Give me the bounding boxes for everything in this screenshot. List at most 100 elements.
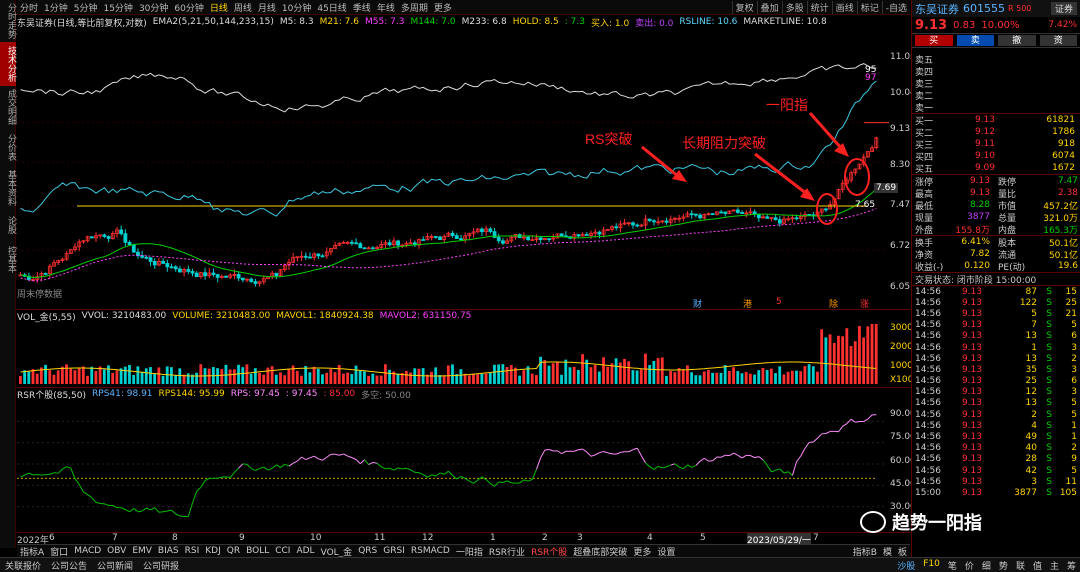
rsr-chart[interactable]: 90.00 75.00 60.00 45.00 30.00 bbox=[17, 400, 916, 532]
toolbar-button[interactable]: 叠加 bbox=[756, 0, 782, 14]
indicator-tab[interactable]: OBV bbox=[104, 546, 129, 556]
indicator-tab[interactable]: BIAS bbox=[155, 546, 182, 556]
trade-side: S bbox=[1046, 465, 1052, 476]
price-tag: 7.65 bbox=[855, 200, 876, 210]
period-tab[interactable]: 日线 bbox=[207, 1, 231, 14]
period-tab[interactable]: 5分钟 bbox=[71, 1, 101, 14]
date-tick: 10 bbox=[310, 533, 322, 543]
sidebar-tab[interactable]: 分时走势 bbox=[0, 2, 16, 40]
period-tab[interactable]: 多周期 bbox=[398, 1, 431, 14]
volume-bar bbox=[820, 329, 824, 384]
trade-volume: 35 bbox=[1025, 364, 1037, 375]
status-right-item[interactable]: 势 bbox=[995, 559, 1012, 572]
indicator-tab[interactable]: RSR个股 bbox=[528, 545, 570, 558]
period-tab[interactable]: 更多 bbox=[431, 1, 455, 14]
indicator-tab[interactable]: RSMACD bbox=[408, 546, 453, 556]
price-chart[interactable]: 11.05 10.04 9.13 8.30 7.47 6.72 6.05 7.6… bbox=[17, 29, 916, 310]
annotation-arrowhead bbox=[834, 143, 849, 157]
indicator-tab[interactable]: MACD bbox=[71, 546, 104, 556]
rsr-line-segment bbox=[313, 455, 319, 460]
trade-button[interactable]: 买 bbox=[915, 35, 953, 46]
status-right-item[interactable]: 沙股 bbox=[893, 559, 919, 572]
status-right-item[interactable]: 价 bbox=[961, 559, 978, 572]
status-right-item[interactable]: 联 bbox=[1012, 559, 1029, 572]
indicator-tab-right[interactable]: 模 bbox=[880, 545, 895, 558]
trade-row: 14:56 9.13 35 S 3 bbox=[912, 364, 1080, 375]
status-right-item[interactable]: 笔 bbox=[944, 559, 961, 572]
rsr-line-segment bbox=[242, 463, 248, 465]
status-right-item[interactable]: F10 bbox=[919, 559, 944, 572]
period-tab[interactable]: 60分钟 bbox=[171, 1, 206, 14]
volume-bar bbox=[618, 362, 622, 384]
date-tick: 4 bbox=[647, 533, 653, 543]
toolbar-button[interactable]: 统计 bbox=[806, 0, 832, 14]
indicator-tab[interactable]: 超叠底部突破 bbox=[570, 545, 630, 558]
period-tab[interactable]: 1分钟 bbox=[41, 1, 71, 14]
indicator-tab[interactable]: KDJ bbox=[202, 546, 224, 556]
trade-volume: 3 bbox=[1031, 476, 1037, 487]
indicator-tab[interactable]: ADL bbox=[293, 546, 317, 556]
volume-bar bbox=[174, 375, 178, 384]
indicator-tab[interactable]: VOL_金 bbox=[318, 545, 356, 558]
status-link[interactable]: 公司研报 bbox=[138, 559, 184, 572]
volume-bar bbox=[383, 364, 387, 384]
status-right-item[interactable]: 细 bbox=[978, 559, 995, 572]
toolbar-button[interactable]: 多股 bbox=[781, 0, 807, 14]
toolbar-button[interactable]: 画线 bbox=[831, 0, 857, 14]
period-tab[interactable]: 10分钟 bbox=[279, 1, 314, 14]
volume-bar bbox=[535, 375, 538, 384]
sidebar-tab[interactable]: 技术分析 bbox=[0, 42, 16, 86]
indicator-tab[interactable]: GRSI bbox=[380, 546, 408, 556]
indicator-tab[interactable]: 窗口 bbox=[47, 545, 71, 558]
indicator-tab[interactable]: 设置 bbox=[654, 545, 678, 558]
status-link[interactable]: 关联报价 bbox=[0, 559, 46, 572]
indicator-tab-right[interactable]: 板 bbox=[895, 545, 910, 558]
sidebar-tab[interactable]: 分价表 bbox=[0, 128, 16, 166]
status-link[interactable]: 公司公告 bbox=[46, 559, 92, 572]
indicator-tab[interactable]: QRS bbox=[355, 546, 380, 556]
period-tab[interactable]: 年线 bbox=[374, 1, 398, 14]
indicator-tab[interactable]: 一阳指 bbox=[453, 545, 486, 558]
volume-bar bbox=[107, 365, 110, 384]
wechat-icon bbox=[860, 511, 886, 533]
status-link[interactable]: 公司新闻 bbox=[92, 559, 138, 572]
sidebar-tab[interactable]: 基本资料 bbox=[0, 168, 16, 208]
indicator-tab[interactable]: EMV bbox=[129, 546, 155, 556]
indicator-tab[interactable]: QR bbox=[224, 546, 243, 556]
volume-chart[interactable]: 30000 20000 10000 X100 bbox=[17, 322, 919, 387]
indicator-tab[interactable]: CCI bbox=[272, 546, 293, 556]
trade-price: 9.13 bbox=[961, 376, 982, 387]
trade-button[interactable]: 撤 bbox=[998, 35, 1036, 46]
toolbar-button[interactable]: 复权 bbox=[731, 0, 757, 14]
trade-button[interactable]: 卖 bbox=[956, 35, 994, 46]
period-tab[interactable]: 周线 bbox=[231, 1, 255, 14]
annotation-rs-breakout: RS突破 bbox=[585, 131, 633, 147]
toolbar-button[interactable]: 标记 bbox=[856, 0, 882, 14]
status-right-item[interactable]: 值 bbox=[1029, 559, 1046, 572]
period-tab[interactable]: 30分钟 bbox=[136, 1, 171, 14]
period-tab[interactable]: 15分钟 bbox=[100, 1, 135, 14]
trade-button[interactable]: 资 bbox=[1039, 35, 1077, 46]
period-tab[interactable]: 分时 bbox=[17, 1, 41, 14]
status-right-item[interactable]: 筹 bbox=[1063, 559, 1080, 572]
stat-value: 165.3万 bbox=[1043, 225, 1078, 236]
period-tab[interactable]: 月线 bbox=[255, 1, 279, 14]
period-tab[interactable]: 45日线 bbox=[314, 1, 349, 14]
sidebar-tab[interactable]: 成交明细 bbox=[0, 88, 16, 126]
indicator-tab-right[interactable]: 指标B bbox=[850, 545, 880, 558]
indicator-tab[interactable]: RSI bbox=[182, 546, 203, 556]
sidebar-tab[interactable]: 论股 bbox=[0, 210, 16, 240]
toolbar-button[interactable]: -自选 bbox=[881, 0, 910, 14]
sidebar-tab[interactable]: 控基本 bbox=[0, 242, 16, 276]
period-tab[interactable]: 季线 bbox=[350, 1, 374, 14]
status-right-item[interactable]: 主 bbox=[1046, 559, 1063, 572]
volume-bar bbox=[522, 370, 526, 384]
indicator-tab[interactable]: RSR行业 bbox=[486, 545, 528, 558]
volume-bar bbox=[220, 369, 224, 384]
indicator-tab[interactable]: 更多 bbox=[630, 545, 654, 558]
volume-bar bbox=[803, 366, 807, 384]
indicator-tab[interactable]: BOLL bbox=[243, 546, 272, 556]
rsr-line-segment bbox=[603, 451, 608, 454]
sector-badge[interactable]: 证券 bbox=[1050, 2, 1077, 15]
indicator-tab[interactable]: 指标A bbox=[17, 545, 47, 558]
